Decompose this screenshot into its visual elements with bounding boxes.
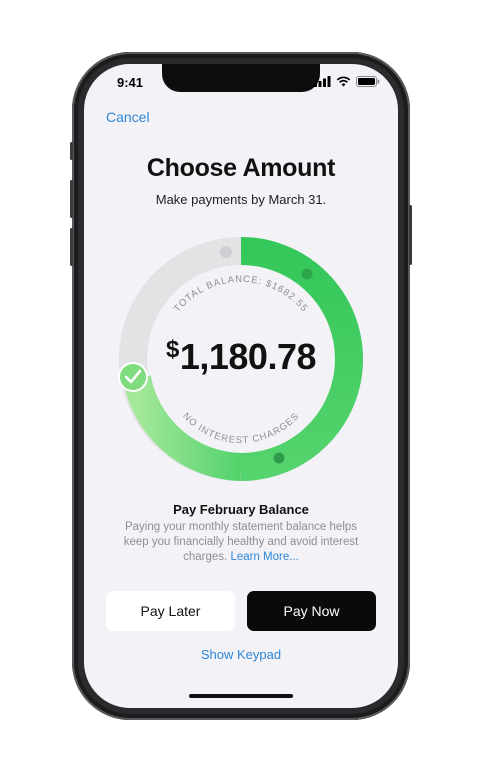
status-time: 9:41 [117, 75, 144, 90]
payment-amount: $1,180.78 [84, 336, 398, 378]
dial-marker-bottom [273, 452, 285, 464]
phone-screen: 9:41 Cancel Choose Amount Make payments … [84, 64, 398, 708]
notch [162, 64, 320, 92]
phone-volume-up [70, 180, 73, 218]
pay-now-button[interactable]: Pay Now [247, 591, 376, 631]
home-indicator [189, 694, 293, 698]
wifi-icon [336, 76, 351, 87]
balance-description: Paying your monthly statement balance he… [118, 520, 364, 565]
currency-symbol: $ [166, 336, 179, 363]
phone-volume-down [70, 228, 73, 266]
phone-power-button [409, 205, 412, 265]
pay-later-button[interactable]: Pay Later [106, 591, 235, 631]
dial-marker-right [301, 268, 313, 280]
cancel-button[interactable]: Cancel [106, 109, 150, 125]
page-subtitle: Make payments by March 31. [155, 192, 327, 207]
status-icons [314, 76, 380, 87]
page-title: Choose Amount [146, 154, 336, 182]
phone-silent-switch [70, 142, 73, 160]
learn-more-link[interactable]: Learn More... [230, 551, 298, 563]
dial-marker-top [220, 246, 232, 258]
balance-heading: Pay February Balance [173, 502, 309, 517]
cellular-signal-icon [314, 76, 331, 87]
show-keypad-button[interactable]: Show Keypad [84, 647, 398, 662]
battery-icon [356, 76, 380, 87]
amount-value: 1,180.78 [179, 336, 317, 377]
